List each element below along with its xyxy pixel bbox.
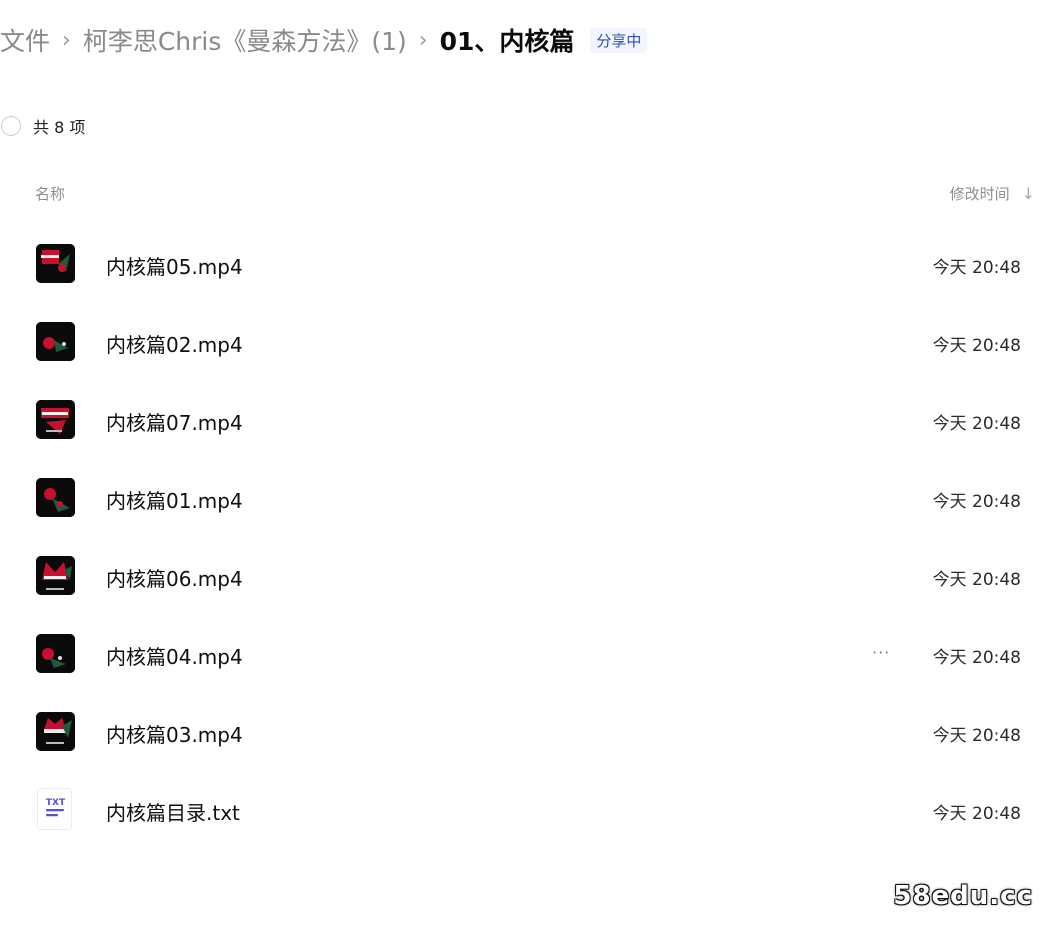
file-list: 内核篇05.mp4 今天 20:48 内核篇02.mp4 今天 20:48 内核篇07.… <box>0 225 1053 849</box>
more-options-icon[interactable]: ··· <box>872 643 890 662</box>
file-name[interactable]: 内核篇07.mp4 <box>106 407 243 436</box>
video-thumbnail-icon <box>36 712 75 751</box>
column-header-modified-label: 修改时间 <box>949 185 1010 203</box>
item-count: 共 8 项 <box>33 118 86 137</box>
breadcrumb-item-course[interactable]: 柯李思Chris《曼森方法》(1) <box>83 22 407 58</box>
file-name[interactable]: 内核篇02.mp4 <box>106 329 243 358</box>
column-header-modified-time[interactable]: 修改时间 ↓ <box>950 183 1035 204</box>
file-modified-time: 今天 20:48 <box>932 258 1021 278</box>
file-modified-time: 今天 20:48 <box>932 804 1021 824</box>
file-modified-time: 今天 20:48 <box>932 570 1021 590</box>
file-modified-time: 今天 20:48 <box>932 414 1021 434</box>
file-row[interactable]: 内核篇07.mp4 今天 20:48 <box>0 381 1053 459</box>
breadcrumb-current-folder: 01、内核篇 <box>439 27 575 56</box>
file-row[interactable]: 内核篇04.mp4 ··· 今天 20:48 <box>0 615 1053 693</box>
video-thumbnail-icon <box>36 400 75 439</box>
file-modified-time: 今天 20:48 <box>932 648 1021 668</box>
file-name[interactable]: 内核篇05.mp4 <box>106 251 243 280</box>
file-modified-time: 今天 20:48 <box>932 492 1021 512</box>
file-name[interactable]: 内核篇04.mp4 <box>106 641 243 670</box>
file-row[interactable]: 内核篇01.mp4 今天 20:48 <box>0 459 1053 537</box>
txt-icon-label: TXT <box>46 798 66 808</box>
file-row[interactable]: 内核篇06.mp4 今天 20:48 <box>0 537 1053 615</box>
watermark: 58edu.cc <box>893 881 1033 911</box>
column-header-name[interactable]: 名称 <box>35 183 65 204</box>
video-thumbnail-icon <box>36 478 75 517</box>
video-thumbnail-icon <box>36 634 75 673</box>
share-status-badge[interactable]: 分享中 <box>590 27 648 53</box>
selection-summary: 共 8 项 <box>0 112 85 140</box>
video-thumbnail-icon <box>36 322 75 361</box>
file-name[interactable]: 内核篇03.mp4 <box>106 719 243 748</box>
file-row[interactable]: 内核篇05.mp4 今天 20:48 <box>0 225 1053 303</box>
video-thumbnail-icon <box>36 556 75 595</box>
txt-file-icon: TXT <box>37 788 72 830</box>
file-name[interactable]: 内核篇01.mp4 <box>106 485 243 514</box>
breadcrumb-item-files[interactable]: 文件 <box>0 22 50 58</box>
chevron-right-icon: › <box>418 27 428 53</box>
file-modified-time: 今天 20:48 <box>932 726 1021 746</box>
file-row[interactable]: TXT 内核篇目录.txt 今天 20:48 <box>0 771 1053 849</box>
file-name[interactable]: 内核篇目录.txt <box>106 797 240 826</box>
chevron-right-icon: › <box>62 27 71 53</box>
file-modified-time: 今天 20:48 <box>932 336 1021 356</box>
file-row[interactable]: 内核篇02.mp4 今天 20:48 <box>0 303 1053 381</box>
sort-descending-icon[interactable]: ↓ <box>1022 184 1035 203</box>
video-thumbnail-icon <box>36 244 75 283</box>
breadcrumb: 文件 › 柯李思Chris《曼森方法》(1) › 01、内核篇 分享中 <box>0 18 648 62</box>
select-all-checkbox[interactable] <box>1 116 21 136</box>
file-name[interactable]: 内核篇06.mp4 <box>106 563 243 592</box>
file-row[interactable]: 内核篇03.mp4 今天 20:48 <box>0 693 1053 771</box>
